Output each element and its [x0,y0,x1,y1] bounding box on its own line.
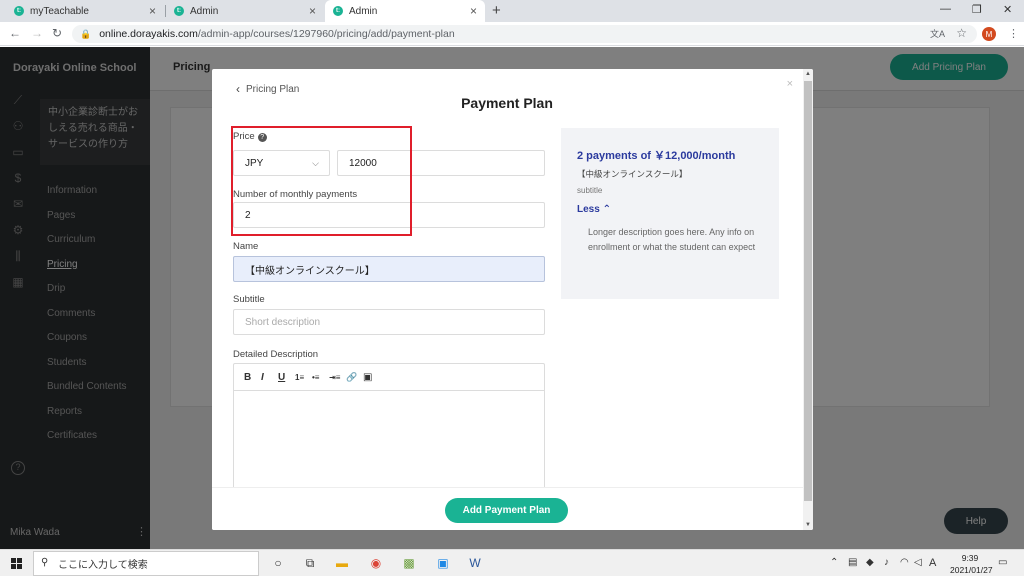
close-tab-icon[interactable]: × [470,4,477,18]
address-bar: ← → ↻ 🔒 online.dorayakis.com/admin-app/c… [0,22,1024,46]
windows-start-icon[interactable] [11,558,22,569]
task-view-icon[interactable]: ⧉ [302,555,318,571]
scroll-up-icon[interactable]: ▲ [805,71,811,77]
minimize-button[interactable]: — [940,3,951,15]
italic-icon[interactable]: I [261,372,278,383]
tab-admin-active[interactable]: t: Admin × [325,0,485,22]
subtitle-input[interactable]: Short description [233,309,545,335]
ime-indicator[interactable]: A [929,557,936,569]
taskbar-search-placeholder: ここに入力して検索 [58,560,148,571]
editor-toolbar: B I U 1≡ •≡ ⇥≡ 🔗 ▣ [234,364,544,391]
taskbar-search-input[interactable]: ⚲ ここに入力して検索 [33,551,259,576]
name-label: Name [233,241,259,252]
scroll-down-icon[interactable]: ▼ [805,522,811,528]
close-tab-icon[interactable]: × [149,4,156,18]
volume-icon[interactable]: ◁ [914,557,922,568]
wifi-icon[interactable]: ◠ [900,557,909,568]
bookmark-star-icon[interactable]: ☆ [956,26,967,40]
ordered-list-icon[interactable]: 1≡ [295,373,312,382]
teachable-favicon-icon: t: [174,6,184,16]
new-tab-button[interactable]: + [492,2,501,19]
tab-label: Admin [349,5,378,17]
translate-icon[interactable]: 文A [930,27,945,40]
chevron-left-icon: ‹ [236,82,240,96]
back-link-label: Pricing Plan [246,83,300,95]
add-payment-plan-button[interactable]: Add Payment Plan [445,498,568,523]
speaker-icon[interactable]: ♪ [884,557,889,568]
link-icon[interactable]: 🔗 [346,372,363,383]
less-label: Less [577,204,600,215]
less-toggle[interactable]: Less ⌃ [577,204,611,215]
plan-preview-card: 2 payments of ￥12,000/month 【中級オンラインスクール… [561,128,779,299]
windows-taskbar: ⚲ ここに入力して検索 ○ ⧉ ▬ ◉ ▩ ▣ W ⌃ ▤ ◆ ♪ ◠ ◁ A … [0,549,1024,576]
modal-footer: Add Payment Plan [212,487,803,530]
scrollbar-thumb[interactable] [804,81,812,501]
payment-plan-modal: ‹ Pricing Plan × Payment Plan Price? JPY… [212,69,813,530]
browser-tab-bar: t: myTeachable × t: Admin × t: Admin × +… [0,0,1024,22]
network-icon[interactable]: ▤ [848,557,857,568]
chevron-up-tray-icon[interactable]: ⌃ [830,557,838,568]
bullet-list-icon[interactable]: •≡ [312,373,329,382]
add-payment-plan-label: Add Payment Plan [462,505,551,516]
tab-label: Admin [190,5,219,17]
modal-scrollbar[interactable]: ▲ ▼ [803,69,813,530]
notifications-icon[interactable]: ▭ [998,557,1007,568]
file-explorer-icon[interactable]: ▬ [334,555,350,571]
url-path: /admin-app/courses/1297960/pricing/add/p… [197,28,455,40]
highlight-annotation-box [231,126,412,236]
taskbar-clock[interactable]: 9:39 2021/01/27 [950,552,993,576]
clock-date: 2021/01/27 [950,565,993,575]
chrome-icon[interactable]: ◉ [368,555,384,571]
forward-icon[interactable]: → [31,26,43,40]
app-blue-icon[interactable]: ▣ [435,555,451,571]
name-input[interactable]: 【中級オンラインスクール】 [233,256,545,282]
maximize-button[interactable]: ❐ [972,3,982,16]
indent-icon[interactable]: ⇥≡ [329,373,346,382]
word-icon[interactable]: W [467,555,483,571]
close-modal-icon[interactable]: × [787,78,793,90]
close-tab-icon[interactable]: × [309,4,316,18]
tab-admin-1[interactable]: t: Admin × [166,0,324,22]
dropbox-icon[interactable]: ◆ [866,557,874,568]
preview-description: Longer description goes here. Any info o… [588,227,756,252]
subtitle-label: Subtitle [233,294,265,305]
modal-title: Payment Plan [461,95,553,111]
teachable-favicon-icon: t: [14,6,24,16]
preview-subtitle: subtitle [577,186,603,195]
name-value: 【中級オンラインスクール】 [245,265,375,277]
subtitle-placeholder: Short description [245,316,321,328]
back-to-pricing-plan-link[interactable]: ‹ Pricing Plan [236,82,299,96]
reload-icon[interactable]: ↻ [52,26,62,40]
preview-name: 【中級オンラインスクール】 [577,169,688,179]
browser-menu-icon[interactable]: ⋮ [1008,27,1019,40]
chevron-up-icon: ⌃ [602,204,611,215]
tab-myteachable[interactable]: t: myTeachable × [6,0,164,22]
close-window-button[interactable]: ✕ [1003,3,1012,16]
teachable-favicon-icon: t: [333,6,343,16]
preview-title: 2 payments of ￥12,000/month [577,150,736,162]
bold-icon[interactable]: B [244,372,261,383]
clock-time: 9:39 [961,553,979,563]
back-icon[interactable]: ← [9,26,21,40]
url-field[interactable]: 🔒 online.dorayakis.com/admin-app/courses… [72,25,977,43]
search-icon: ⚲ [41,557,49,568]
underline-icon[interactable]: U [278,372,295,383]
profile-avatar[interactable]: M [982,27,996,41]
app-grid-icon[interactable]: ▩ [401,555,417,571]
description-label: Detailed Description [233,349,319,360]
lock-icon: 🔒 [80,28,92,39]
url-host: online.dorayakis.com [99,28,198,40]
image-icon[interactable]: ▣ [363,372,380,383]
cortana-icon[interactable]: ○ [270,555,286,571]
tab-label: myTeachable [30,5,89,17]
